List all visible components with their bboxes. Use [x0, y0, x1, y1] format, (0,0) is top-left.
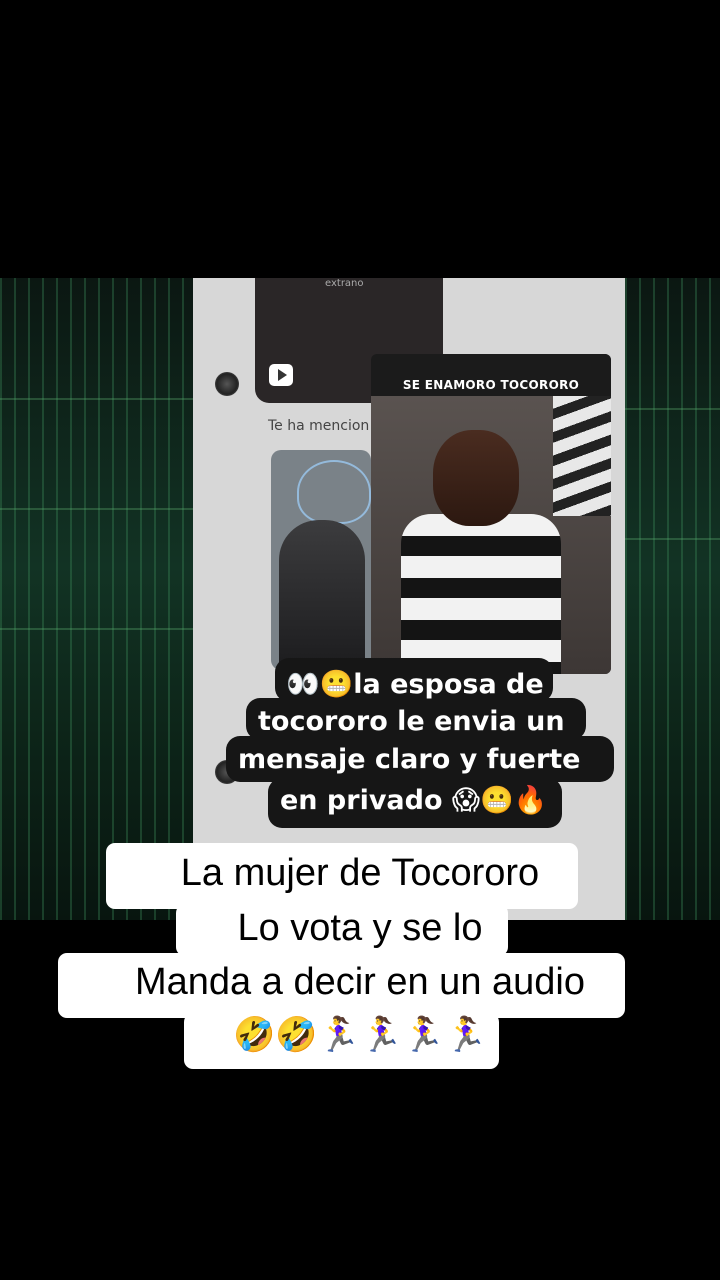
caption-line: en privado 😱😬🔥: [280, 785, 548, 816]
inset-video: SE ENAMORO TOCORORO: [371, 354, 611, 674]
background-right-stage: [625, 278, 720, 920]
thumbnail-label: extrano: [325, 278, 364, 289]
inset-scene: [371, 396, 611, 674]
subtitle-line: La mujer de Tocororo: [180, 852, 540, 894]
caption-line: tocororo le envia un: [258, 706, 565, 737]
subtitle-line: 🤣🤣🏃‍♀️🏃‍♀️🏃‍♀️🏃‍♀️: [232, 1016, 487, 1054]
heart-icon: [297, 460, 371, 524]
subtitle-line: Manda a decir en un audio: [135, 961, 585, 1003]
person-silhouette: [279, 520, 365, 670]
caption-line: 👀😬la esposa de: [286, 669, 544, 700]
video-frame: extrano Te ha mencion SE ENAMORO TOCOROR…: [0, 278, 720, 920]
inset-title: SE ENAMORO TOCORORO: [402, 378, 580, 392]
person-face: [433, 430, 519, 526]
play-icon: [269, 364, 293, 386]
mention-text: Te ha mencion: [268, 418, 370, 434]
avatar: [215, 372, 239, 396]
background-left-stage: [0, 278, 195, 920]
subtitle-line: Lo vota y se lo: [237, 907, 483, 949]
background-person: [553, 396, 611, 516]
striped-shirt: [401, 514, 561, 674]
video-thumbnail-middle: [271, 450, 371, 670]
caption-line: mensaje claro y fuerte: [238, 744, 581, 775]
